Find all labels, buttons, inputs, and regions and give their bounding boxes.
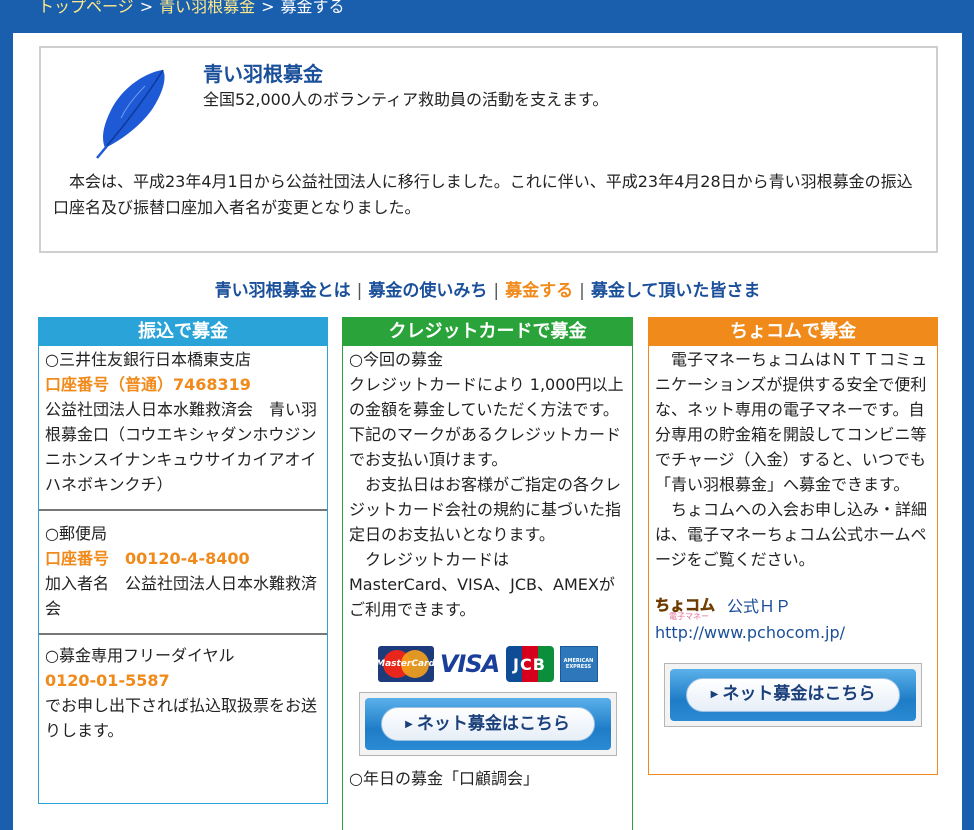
chocom-heading: ちょコムで募金 bbox=[649, 318, 937, 346]
chocom-net-donation-button[interactable]: ▶ ネット募金はこちら bbox=[664, 662, 922, 727]
bank-section-smbc: ○三井住友銀行日本橋東支店 口座番号（普通）7468319 公益社団法人日本水難… bbox=[39, 346, 327, 511]
breadcrumb-separator: > bbox=[139, 0, 154, 16]
chocom-url-link[interactable]: http://www.pchocom.jp/ bbox=[655, 623, 845, 642]
visa-label: VISA bbox=[439, 649, 500, 678]
breadcrumb-separator: > bbox=[261, 0, 275, 16]
credit-card-heading: クレジットカードで募金 bbox=[343, 318, 632, 346]
arrow-right-icon: ▶ bbox=[405, 718, 413, 730]
credit-card-logos: MasterCard VISA JCB AMERICAN EXPRESS bbox=[349, 646, 626, 682]
mastercard-label: MasterCard bbox=[377, 658, 434, 669]
credit-net-donation-label: ネット募金はこちら bbox=[416, 713, 570, 734]
credit-paragraph-2: 下記のマークがあるクレジットカードでお支払い頂けます。 bbox=[349, 425, 622, 469]
credit-card-column: クレジットカードで募金 ○今回の募金 クレジットカードにより 1,000円以上の… bbox=[342, 317, 633, 830]
post-office-name: ○郵便局 bbox=[45, 524, 107, 543]
jcb-logo: JCB bbox=[505, 646, 554, 682]
post-account-number: 口座番号 00120-4-8400 bbox=[45, 549, 250, 568]
visa-logo: VISA bbox=[440, 646, 500, 682]
intro-title: 青い羽根募金 bbox=[203, 62, 323, 86]
arrow-right-icon: ▶ bbox=[710, 689, 719, 700]
credit-net-donation-button[interactable]: ▶ ネット募金はこちら bbox=[358, 692, 617, 756]
nav-donate[interactable]: 募金する bbox=[505, 281, 573, 301]
bank-transfer-column: 振込で募金 ○三井住友銀行日本橋東支店 口座番号（普通）7468319 公益社団… bbox=[38, 317, 328, 804]
freedial-number: 0120-01-5587 bbox=[45, 671, 170, 690]
nav-separator: | bbox=[579, 281, 585, 301]
nav-donors[interactable]: 募金して頂いた皆さま bbox=[591, 281, 761, 301]
credit-cutoff-heading: ○年日の募金「口顧調会」 bbox=[349, 769, 539, 788]
credit-paragraph-3: お支払日はお客様がご指定の各クレジットカード会社の規約に基づいた指定日のお支払い… bbox=[349, 475, 622, 544]
chocom-paragraph-2: ちょコムへの入会お申し込み・詳細は、電子マネーちょコム公式ホームページをご覧くだ… bbox=[655, 500, 928, 569]
jcb-label: JCB bbox=[513, 654, 546, 674]
breadcrumb-home-link[interactable]: トップページ bbox=[38, 0, 134, 16]
nav-separator: | bbox=[493, 281, 500, 301]
credit-paragraph-4: クレジットカードは bbox=[365, 550, 510, 569]
amex-label: AMERICAN EXPRESS bbox=[563, 658, 594, 670]
bank-transfer-heading: 振込で募金 bbox=[39, 318, 327, 346]
bank-account-holder: 公益社団法人日本水難救済会 青い羽根募金口（コウエキシャダンホウジンニホンスイナ… bbox=[45, 400, 318, 494]
chocom-hp-link[interactable]: 公式ＨＰ bbox=[727, 597, 791, 616]
intro-notice: 本会は、平成23年4月1日から公益社団法人に移行しました。これに伴い、平成23年… bbox=[53, 172, 913, 217]
bank-section-freedial: ○募金専用フリーダイヤル 0120-01-5587 でお申し出下されば払込取扱票… bbox=[39, 635, 327, 755]
amex-logo: AMERICAN EXPRESS bbox=[559, 646, 598, 682]
breadcrumb: トップページ > 青い羽根募金 > 募金する bbox=[38, 0, 345, 18]
chocom-column: ちょコムで募金 電子マネーちょコムはＮＴＴコミュニケーションズが提供する安全で便… bbox=[648, 317, 938, 775]
freedial-label: ○募金専用フリーダイヤル bbox=[45, 646, 235, 665]
chocom-net-donation-label: ネット募金はこちら bbox=[722, 684, 876, 704]
chocom-logo: ちょコム 電子マネー bbox=[655, 596, 727, 620]
credit-paragraph-5: MasterCard、VISA、JCB、AMEXがご利用できます。 bbox=[349, 575, 615, 619]
breadcrumb-section-link[interactable]: 青い羽根募金 bbox=[159, 0, 255, 16]
intro-subtitle: 全国52,000人のボランティア救助員の活動を支えます。 bbox=[203, 90, 609, 109]
blue-feather-icon bbox=[96, 69, 165, 159]
mastercard-logo: MasterCard bbox=[377, 646, 434, 682]
intro-box: 青い羽根募金 全国52,000人のボランティア救助員の活動を支えます。 本会は、… bbox=[39, 46, 938, 253]
credit-section-heading: ○今回の募金 bbox=[349, 350, 443, 369]
bank-section-post: ○郵便局 口座番号 00120-4-8400 加入者名 公益社団法人日本水難救済… bbox=[39, 511, 327, 635]
freedial-note: でお申し出下されば払込取扱票をお送りします。 bbox=[45, 696, 318, 740]
chocom-logo-subtext: 電子マネー bbox=[669, 612, 709, 620]
bank-account-number: 口座番号（普通）7468319 bbox=[45, 375, 251, 394]
nav-about[interactable]: 青い羽根募金とは bbox=[215, 281, 351, 301]
content-panel: 青い羽根募金 全国52,000人のボランティア救助員の活動を支えます。 本会は、… bbox=[13, 33, 962, 830]
post-account-holder: 加入者名 公益社団法人日本水難救済会 bbox=[45, 574, 318, 618]
nav-separator: | bbox=[356, 281, 363, 301]
chocom-paragraph-1: 電子マネーちょコムはＮＴＴコミュニケーションズが提供する安全で便利な、ネット専用… bbox=[655, 350, 928, 494]
bank-name: ○三井住友銀行日本橋東支店 bbox=[45, 350, 251, 369]
breadcrumb-current: 募金する bbox=[280, 0, 345, 16]
credit-paragraph-1: クレジットカードにより 1,000円以上の金額を募金していただく方法です。 bbox=[349, 375, 624, 419]
nav-usage[interactable]: 募金の使いみち bbox=[368, 281, 487, 301]
donation-nav: 青い羽根募金とは | 募金の使いみち | 募金する | 募金して頂いた皆さま bbox=[13, 276, 962, 301]
